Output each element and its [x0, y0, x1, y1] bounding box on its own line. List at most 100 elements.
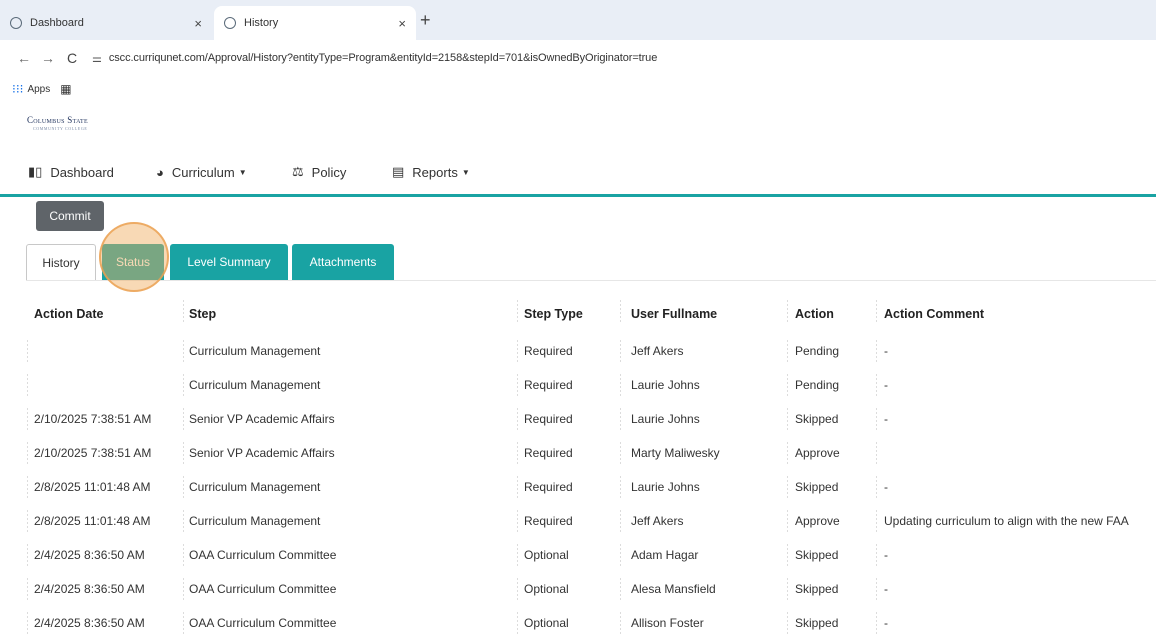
- browser-tab-strip: Dashboard × History × +: [0, 0, 1156, 40]
- cell-user-fullname: Marty Maliwesky: [631, 446, 720, 460]
- column-separator: [27, 442, 28, 464]
- column-separator: [517, 476, 518, 498]
- column-separator: [787, 408, 788, 430]
- cell-step: OAA Curriculum Committee: [189, 616, 337, 630]
- nav-reports[interactable]: ▤ Reports ▼: [392, 164, 470, 180]
- column-separator: [620, 408, 621, 430]
- nav-curriculum[interactable]: ◕ Curriculum ▼: [156, 165, 247, 180]
- tab-history[interactable]: History: [26, 244, 96, 280]
- tab-level-summary[interactable]: Level Summary: [170, 244, 288, 280]
- new-tab-icon[interactable]: +: [420, 10, 431, 31]
- logo-subtitle: COMMUNITY COLLEGE: [33, 126, 88, 131]
- cell-user-fullname: Laurie Johns: [631, 480, 700, 494]
- address-bar-row: ← → C ⚌ cscc.curriqunet.com/Approval/His…: [0, 40, 1156, 76]
- reload-icon[interactable]: C: [60, 50, 84, 66]
- header-step-type[interactable]: Step Type: [524, 294, 614, 334]
- column-separator: [876, 510, 877, 532]
- column-separator: [620, 374, 621, 396]
- cell-step: OAA Curriculum Committee: [189, 548, 337, 562]
- nav-dashboard-label: Dashboard: [50, 164, 114, 180]
- table-row[interactable]: 2/8/2025 11:01:48 AM Curriculum Managemen…: [0, 470, 1156, 504]
- history-table: Action Date Step Step Type User Fullname…: [0, 294, 1156, 640]
- cell-step: Curriculum Management: [189, 344, 321, 358]
- column-separator: [787, 612, 788, 634]
- main-nav: ▮▯ Dashboard ◕ Curriculum ▼ ⚖ Policy ▤ R…: [0, 150, 1156, 194]
- cell-step: Curriculum Management: [189, 378, 321, 392]
- column-separator: [787, 544, 788, 566]
- policy-icon: ⚖: [292, 164, 304, 179]
- nav-curriculum-label: Curriculum: [171, 164, 235, 180]
- dashboard-icon: ▮▯: [28, 164, 43, 179]
- cell-action-comment: -: [884, 548, 888, 562]
- apps-grid-icon[interactable]: ⁝⁝⁝: [12, 82, 23, 96]
- table-row[interactable]: 2/8/2025 11:01:48 AM Curriculum Managemen…: [0, 504, 1156, 538]
- table-row[interactable]: Curriculum Management Required Laurie John…: [0, 368, 1156, 402]
- logo-title: Columbus State: [27, 115, 88, 125]
- cell-step-type: Required: [524, 480, 573, 494]
- browser-tab-history[interactable]: History ×: [214, 6, 416, 40]
- table-row[interactable]: 2/4/2025 8:36:50 AM OAA Curriculum Commit…: [0, 606, 1156, 640]
- close-tab-icon[interactable]: ×: [398, 16, 406, 31]
- cell-action-date: 2/4/2025 8:36:50 AM: [34, 582, 145, 596]
- column-separator: [876, 300, 877, 322]
- nav-dashboard[interactable]: ▮▯ Dashboard: [28, 164, 114, 180]
- header-action-date[interactable]: Action Date: [34, 294, 184, 334]
- cell-user-fullname: Jeff Akers: [631, 344, 684, 358]
- column-separator: [517, 408, 518, 430]
- bookmark-grid-icon[interactable]: ▦: [60, 82, 71, 96]
- cell-action-date: 2/10/2025 7:38:51 AM: [34, 446, 152, 460]
- cell-action-comment: -: [884, 616, 888, 630]
- cell-action-comment: -: [884, 412, 888, 426]
- header-step[interactable]: Step: [189, 294, 509, 334]
- url-field[interactable]: cscc.curriqunet.com/Approval/History?ent…: [109, 52, 657, 64]
- column-separator: [27, 612, 28, 634]
- apps-bookmark-label[interactable]: Apps: [27, 84, 50, 95]
- column-separator: [787, 374, 788, 396]
- cell-step: Curriculum Management: [189, 480, 321, 494]
- column-separator: [27, 544, 28, 566]
- close-tab-icon[interactable]: ×: [194, 16, 202, 31]
- college-logo[interactable]: Columbus State COMMUNITY COLLEGE: [27, 115, 127, 131]
- cell-step-type: Optional: [524, 582, 569, 596]
- site-settings-icon[interactable]: ⚌: [92, 52, 102, 65]
- header-user-fullname[interactable]: User Fullname: [631, 294, 781, 334]
- browser-tab-title: History: [244, 17, 279, 29]
- column-separator: [27, 476, 28, 498]
- forward-arrow-icon[interactable]: →: [36, 50, 60, 66]
- column-separator: [517, 442, 518, 464]
- column-separator: [517, 300, 518, 322]
- back-arrow-icon[interactable]: ←: [12, 50, 36, 66]
- cell-action: Skipped: [795, 548, 839, 562]
- cell-step: Curriculum Management: [189, 514, 321, 528]
- bookmarks-bar: ⁝⁝⁝ Apps ▦: [0, 76, 1156, 102]
- tab-status[interactable]: Status: [102, 244, 164, 280]
- nav-policy[interactable]: ⚖ Policy: [292, 164, 346, 180]
- column-separator: [787, 340, 788, 362]
- table-row[interactable]: 2/10/2025 7:38:51 AM Senior VP Academic A…: [0, 436, 1156, 470]
- chevron-down-icon: ▼: [461, 167, 470, 177]
- cell-user-fullname: Adam Hagar: [631, 548, 699, 562]
- tab-attachments[interactable]: Attachments: [292, 244, 394, 280]
- browser-tab-dashboard[interactable]: Dashboard ×: [0, 6, 212, 40]
- cell-step-type: Required: [524, 446, 573, 460]
- cell-user-fullname: Laurie Johns: [631, 412, 700, 426]
- header-action-comment[interactable]: Action Comment: [884, 294, 1156, 334]
- cell-action-date: [34, 334, 184, 368]
- column-separator: [517, 544, 518, 566]
- cell-step-type: Required: [524, 412, 573, 426]
- cell-action: Skipped: [795, 412, 839, 426]
- table-row[interactable]: Curriculum Management Required Jeff Akers P…: [0, 334, 1156, 368]
- header-action[interactable]: Action: [795, 294, 875, 334]
- table-row[interactable]: 2/4/2025 8:36:50 AM OAA Curriculum Commit…: [0, 538, 1156, 572]
- table-row[interactable]: 2/10/2025 7:38:51 AM Senior VP Academic A…: [0, 402, 1156, 436]
- column-separator: [183, 300, 184, 322]
- cell-action-comment: -: [884, 480, 888, 494]
- cell-action-comment: Updating curriculum to align with the ne…: [884, 514, 1129, 528]
- column-separator: [27, 374, 28, 396]
- table-row[interactable]: 2/4/2025 8:36:50 AM OAA Curriculum Commit…: [0, 572, 1156, 606]
- cell-action-date: 2/8/2025 11:01:48 AM: [34, 514, 151, 528]
- commit-button[interactable]: Commit: [36, 201, 104, 231]
- column-separator: [876, 476, 877, 498]
- cell-action-date: 2/8/2025 11:01:48 AM: [34, 480, 151, 494]
- cell-step-type: Required: [524, 344, 573, 358]
